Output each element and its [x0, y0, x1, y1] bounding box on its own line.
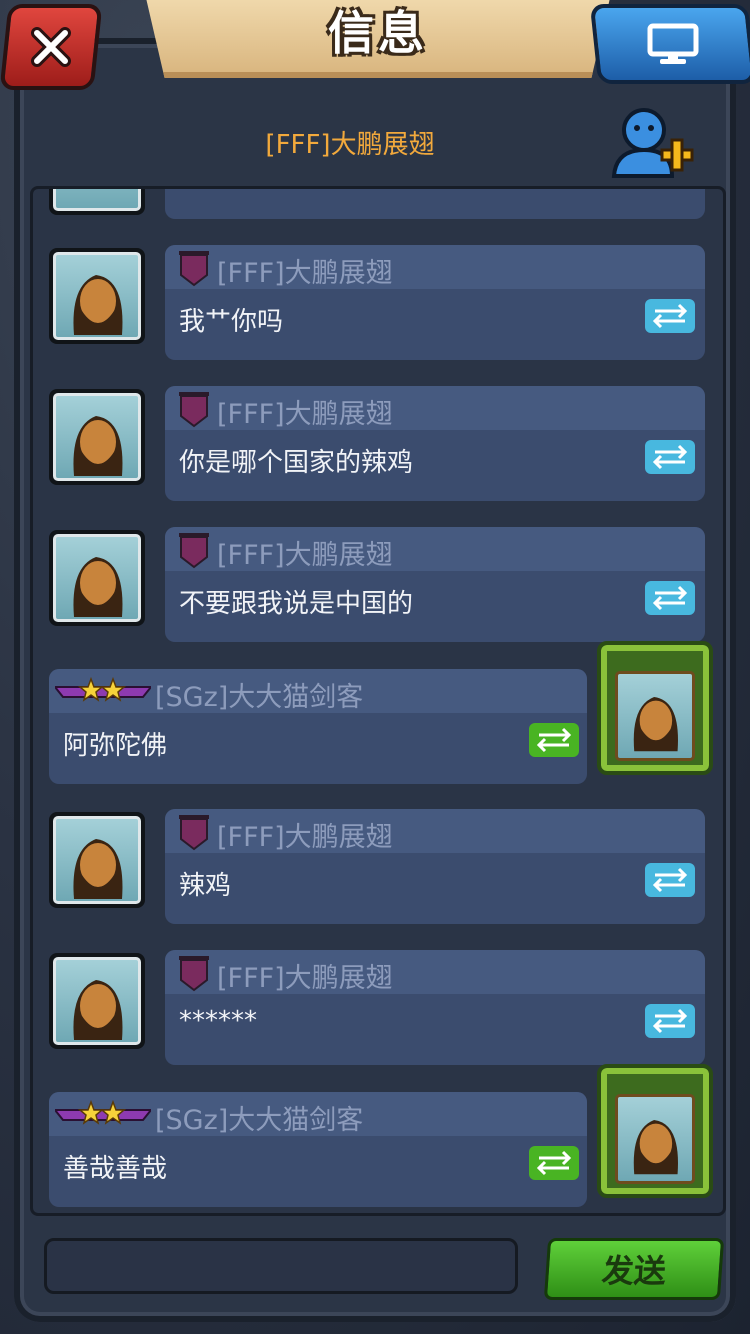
page-title: 信息	[328, 6, 428, 60]
translate-button[interactable]	[645, 581, 695, 615]
screen-toggle-button[interactable]	[589, 4, 750, 84]
avatar[interactable]	[597, 641, 713, 775]
rank-stars-icon	[55, 677, 151, 702]
avatar[interactable]	[49, 530, 145, 626]
rank-stars-icon	[55, 1100, 151, 1125]
translate-button[interactable]	[529, 1146, 579, 1180]
sender-name[interactable]: [SGz]大大猫剑客	[155, 1098, 363, 1137]
translate-button[interactable]	[645, 299, 695, 333]
guild-flag-icon	[179, 251, 209, 287]
message-input[interactable]	[44, 1238, 518, 1294]
monitor-icon	[647, 23, 699, 64]
swap-arrows-icon	[536, 1150, 572, 1176]
swap-arrows-icon	[536, 727, 572, 753]
message-text: 善哉善哉	[63, 1154, 168, 1184]
message-text: 你是哪个国家的辣鸡	[179, 448, 414, 478]
translate-button[interactable]	[645, 440, 695, 474]
add-friend-button[interactable]	[610, 104, 694, 182]
message-text: 辣鸡	[179, 871, 232, 901]
sender-name[interactable]: [FFF]大鹏展翅	[217, 392, 393, 431]
guild-flag-icon	[179, 956, 209, 992]
swap-arrows-icon	[652, 303, 688, 329]
avatar[interactable]	[49, 812, 145, 908]
message-text: 阿弥陀佛	[63, 731, 168, 761]
swap-arrows-icon	[652, 444, 688, 470]
avatar[interactable]	[49, 248, 145, 344]
translate-button[interactable]	[529, 723, 579, 757]
swap-arrows-icon	[652, 585, 688, 611]
avatar[interactable]	[49, 189, 145, 215]
sender-name[interactable]: [FFF]大鹏展翅	[217, 251, 393, 290]
chat-list[interactable]: [FFF]大鹏展翅 我艹你吗 [FFF]大鹏展翅 你是哪个国家的辣鸡 [FFF]…	[30, 186, 726, 1216]
sender-name[interactable]: [FFF]大鹏展翅	[217, 533, 393, 572]
add-friend-icon	[611, 108, 694, 178]
guild-flag-icon	[179, 533, 209, 569]
send-button[interactable]: 发送	[543, 1238, 725, 1300]
sender-name[interactable]: [FFF]大鹏展翅	[217, 815, 393, 854]
conversation-name: [FFF]大鹏展翅	[265, 130, 435, 160]
avatar[interactable]	[49, 953, 145, 1049]
translate-button[interactable]	[645, 1004, 695, 1038]
swap-arrows-icon	[652, 867, 688, 893]
sender-name[interactable]: [FFF]大鹏展翅	[217, 956, 393, 995]
message-text: 不要跟我说是中国的	[179, 589, 414, 619]
swap-arrows-icon	[652, 1008, 688, 1034]
close-button[interactable]	[0, 4, 103, 90]
sender-name[interactable]: [SGz]大大猫剑客	[155, 675, 363, 714]
avatar[interactable]	[597, 1064, 713, 1198]
close-icon	[31, 27, 71, 67]
message-text: ******	[179, 1006, 257, 1036]
guild-flag-icon	[179, 815, 209, 851]
avatar[interactable]	[49, 389, 145, 485]
translate-button[interactable]	[645, 863, 695, 897]
message-text: 我艹你吗	[179, 307, 284, 337]
guild-flag-icon	[179, 392, 209, 428]
